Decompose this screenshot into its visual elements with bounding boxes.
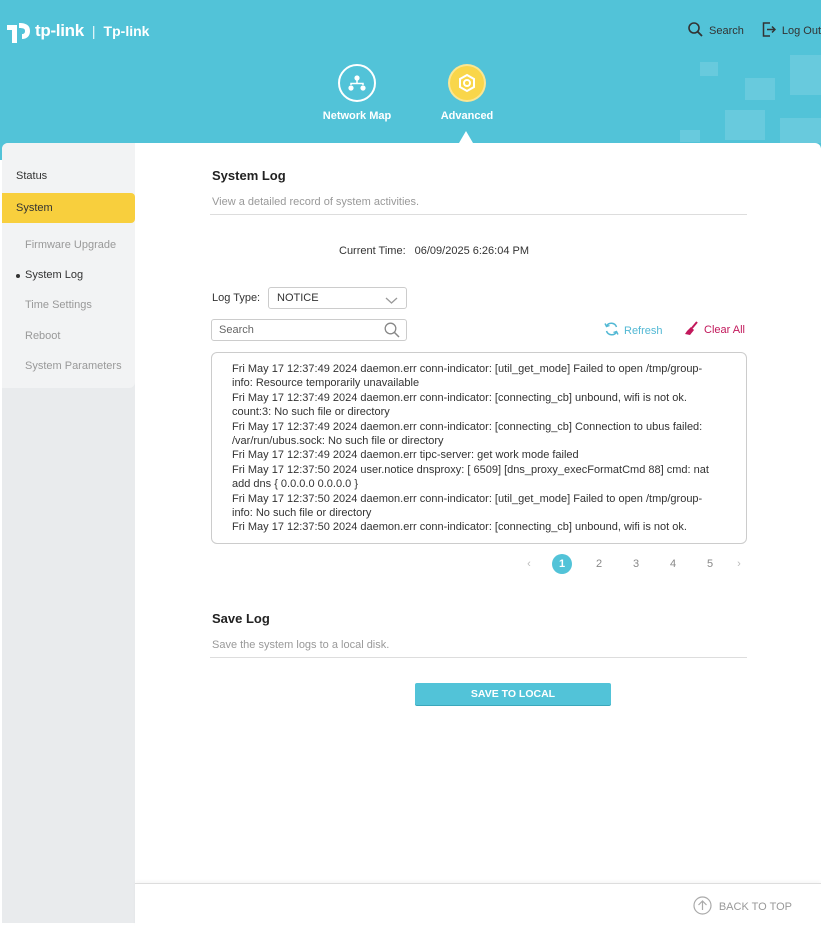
clear-all-button[interactable]: Clear All bbox=[684, 321, 745, 339]
active-dot-icon bbox=[16, 274, 20, 278]
log-line: /var/run/ubus.sock: No such file or dire… bbox=[232, 435, 444, 448]
chevron-down-icon bbox=[385, 292, 398, 312]
logout-label: Log Out bbox=[781, 25, 821, 37]
advanced-gear-icon bbox=[448, 64, 486, 102]
sidebar-item-label: System Log bbox=[25, 269, 84, 281]
back-to-top-button[interactable]: BACK TO TOP bbox=[693, 896, 792, 918]
log-search-input[interactable] bbox=[219, 322, 369, 338]
sidebar-item-reboot[interactable]: Reboot bbox=[2, 330, 60, 342]
current-time-row: Current Time: 06/09/2025 6:26:04 PM bbox=[339, 245, 529, 257]
logout-button[interactable]: Log Out bbox=[762, 22, 821, 40]
arrow-up-circle-icon bbox=[693, 896, 712, 918]
log-line: Fri May 17 12:37:50 2024 daemon.err conn… bbox=[232, 492, 703, 505]
save-to-local-button[interactable]: SAVE TO LOCAL bbox=[415, 683, 611, 705]
top-actions: Search Log Out bbox=[688, 22, 821, 40]
brand-name: tp-link bbox=[35, 21, 84, 40]
log-line: Fri May 17 12:37:49 2024 daemon.err conn… bbox=[232, 363, 703, 375]
search-icon[interactable] bbox=[384, 322, 400, 341]
chevron-left-icon[interactable]: ‹ bbox=[522, 558, 536, 570]
sidebar-item-status[interactable]: Status bbox=[2, 170, 135, 182]
current-time-value: 06/09/2025 6:26:04 PM bbox=[414, 245, 530, 257]
system-log-title: System Log bbox=[212, 168, 286, 183]
sidebar-item-system-log[interactable]: System Log bbox=[2, 269, 83, 281]
log-line: Fri May 17 12:37:49 2024 daemon.err conn… bbox=[232, 391, 687, 404]
back-to-top-label: BACK TO TOP bbox=[718, 901, 792, 913]
page-button[interactable]: 5 bbox=[700, 554, 720, 574]
sidebar-item-system-parameters[interactable]: System Parameters bbox=[2, 360, 122, 372]
log-line: Fri May 17 12:37:49 2024 daemon.err conn… bbox=[232, 420, 703, 433]
footer: BACK TO TOP bbox=[135, 883, 821, 927]
network-map-icon bbox=[338, 64, 376, 102]
brand-logo[interactable]: tp-link | Tp-link bbox=[3, 17, 149, 45]
system-log-description: View a detailed record of system activit… bbox=[212, 196, 420, 208]
log-line: add dns { 0.0.0.0 0.0.0.0 } bbox=[232, 478, 358, 491]
log-list[interactable]: Fri May 17 12:37:49 2024 daemon.err conn… bbox=[211, 352, 747, 544]
pagination: ‹ 1 2 3 4 5 › bbox=[522, 554, 746, 574]
product-name: Tp-link bbox=[103, 23, 150, 39]
log-type-label: Log Type: bbox=[212, 292, 261, 304]
sidebar-item-firmware-upgrade[interactable]: Firmware Upgrade bbox=[2, 239, 116, 251]
header-decoration bbox=[725, 110, 765, 140]
header-decoration bbox=[745, 78, 775, 100]
header-decoration bbox=[680, 130, 700, 142]
tab-advanced[interactable]: Advanced bbox=[422, 64, 512, 122]
log-line: Fri May 17 12:37:49 2024 daemon.err tipc… bbox=[232, 449, 579, 462]
tab-network-map[interactable]: Network Map bbox=[312, 64, 402, 122]
divider bbox=[210, 214, 747, 215]
sidebar-item-time-settings[interactable]: Time Settings bbox=[2, 299, 92, 311]
refresh-button[interactable]: Refresh bbox=[604, 322, 663, 339]
broom-icon bbox=[684, 321, 699, 339]
log-search-box bbox=[211, 319, 407, 341]
log-line: Fri May 17 12:37:50 2024 user.notice dns… bbox=[232, 463, 709, 476]
logout-icon bbox=[762, 22, 776, 40]
page-button[interactable]: 4 bbox=[663, 554, 683, 574]
header-decoration bbox=[790, 55, 821, 95]
chevron-right-icon[interactable]: › bbox=[732, 558, 746, 570]
page-button[interactable]: 1 bbox=[552, 554, 572, 574]
sidebar-item-system[interactable]: System bbox=[2, 193, 135, 223]
current-time-label: Current Time: bbox=[339, 245, 406, 257]
divider bbox=[210, 657, 747, 658]
header-decoration bbox=[700, 62, 718, 76]
save-log-title: Save Log bbox=[212, 611, 270, 626]
active-tab-pointer bbox=[459, 131, 473, 143]
page-button[interactable]: 2 bbox=[589, 554, 609, 574]
brand-divider: | bbox=[91, 23, 96, 39]
main-content: System Log View a detailed record of sys… bbox=[135, 143, 821, 883]
clear-all-label: Clear All bbox=[704, 324, 745, 336]
page-button[interactable]: 3 bbox=[626, 554, 646, 574]
log-type-select[interactable]: NOTICE bbox=[268, 287, 407, 309]
top-header: tp-link | Tp-link Search Log Out Network… bbox=[0, 0, 821, 160]
search-icon bbox=[688, 22, 703, 40]
search-button[interactable]: Search bbox=[688, 22, 744, 40]
save-log-description: Save the system logs to a local disk. bbox=[212, 639, 390, 651]
log-line: Fri May 17 12:37:50 2024 daemon.err conn… bbox=[232, 521, 687, 534]
refresh-label: Refresh bbox=[624, 324, 663, 337]
tp-link-logo-icon bbox=[3, 17, 33, 45]
sidebar: Status System Firmware Upgrade System Lo… bbox=[2, 143, 135, 923]
log-type-value: NOTICE bbox=[277, 292, 319, 304]
log-line: info: No such file or directory bbox=[232, 507, 372, 520]
log-line: info: Resource temporarily unavailable bbox=[232, 377, 420, 390]
tab-network-map-label: Network Map bbox=[322, 110, 392, 122]
header-decoration bbox=[780, 118, 821, 143]
tab-advanced-label: Advanced bbox=[440, 110, 494, 122]
refresh-icon bbox=[604, 322, 619, 339]
search-label: Search bbox=[709, 25, 744, 37]
log-line: count:3: No such file or directory bbox=[232, 406, 390, 419]
